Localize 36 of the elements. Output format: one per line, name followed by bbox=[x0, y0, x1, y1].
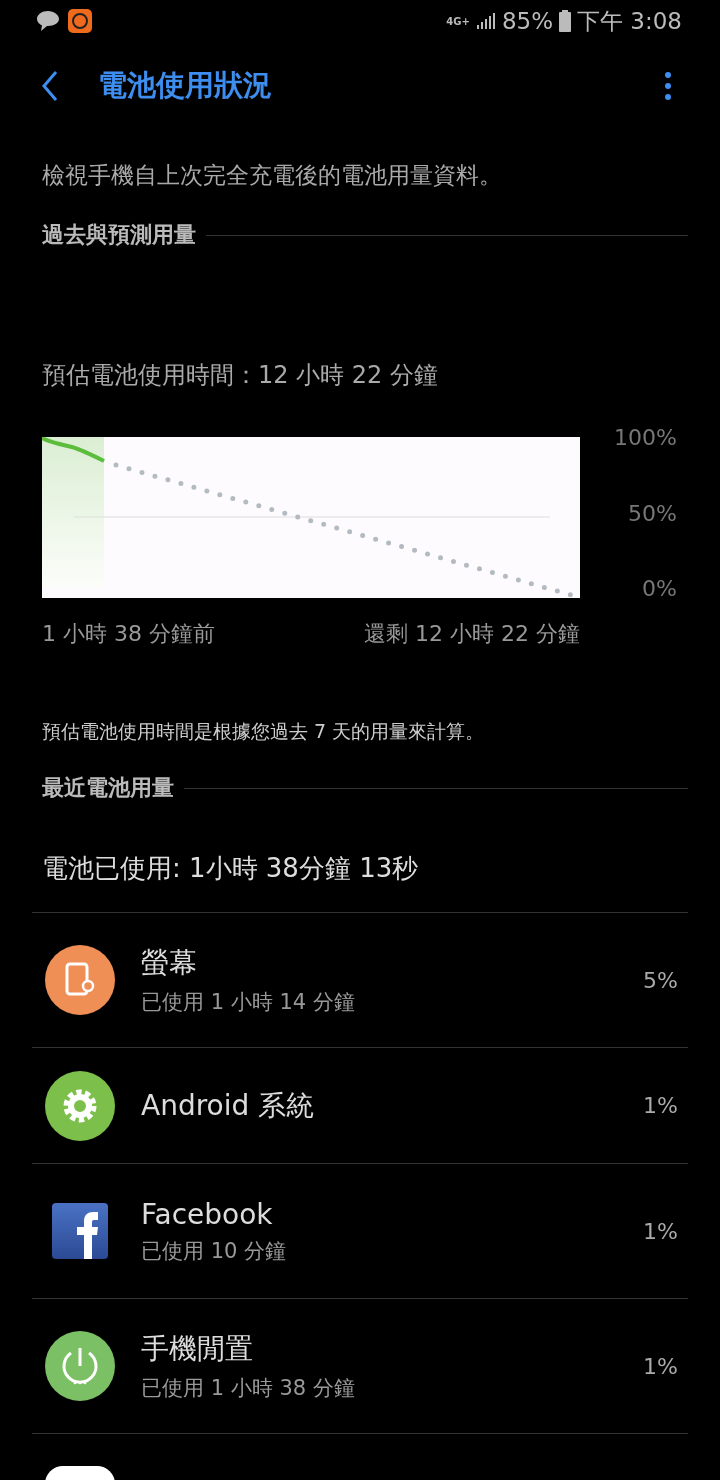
app-name: 手機閒置 bbox=[141, 1331, 254, 1367]
app-icon bbox=[68, 9, 92, 33]
estimate-text: 預估電池使用時間：12 小時 22 分鐘 bbox=[41, 360, 439, 391]
usage-percent: 1% bbox=[643, 1353, 679, 1379]
chat-icon bbox=[36, 10, 60, 32]
clock: 下午 3:08 bbox=[577, 6, 682, 36]
settings-icon bbox=[44, 1070, 115, 1141]
app-name: 螢幕 bbox=[141, 945, 198, 981]
usage-total: 電池已使用: 1小時 38分鐘 13秒 bbox=[32, 851, 688, 913]
network-type: 4G+ bbox=[446, 15, 470, 27]
section-header: 最近電池用量 bbox=[42, 774, 174, 802]
app-name: Facebook bbox=[141, 1197, 274, 1231]
axis-label: 還剩 12 小時 22 分鐘 bbox=[364, 620, 580, 648]
axis-label: 1 小時 38 分鐘前 bbox=[42, 620, 215, 648]
axis-label: 100% bbox=[614, 425, 677, 450]
phone-brightness-icon bbox=[44, 945, 115, 1015]
back-icon[interactable] bbox=[40, 69, 60, 103]
app-name: Android 系統 bbox=[141, 1087, 316, 1124]
facebook-icon bbox=[51, 1203, 108, 1259]
usage-time: 已使用 10 分鐘 bbox=[141, 1237, 288, 1265]
battery-icon bbox=[559, 10, 572, 32]
usage-percent: 5% bbox=[643, 967, 679, 993]
usage-percent: 1% bbox=[643, 1218, 679, 1244]
section-header: 過去與預測用量 bbox=[42, 221, 196, 249]
usage-percent: 1% bbox=[643, 1093, 679, 1118]
usage-time: 已使用 1 小時 14 分鐘 bbox=[141, 989, 356, 1016]
note-text: 預估電池使用時間是根據您過去 7 天的用量來計算。 bbox=[41, 719, 486, 744]
axis-label: 50% bbox=[628, 500, 677, 526]
power-icon bbox=[44, 1331, 115, 1401]
signal-icon bbox=[475, 12, 496, 30]
more-options-icon[interactable] bbox=[664, 71, 672, 101]
description: 檢視手機自上次完全充電後的電池用量資料。 bbox=[41, 161, 503, 190]
page-title: 電池使用狀況 bbox=[98, 67, 273, 104]
axis-label: 0% bbox=[642, 576, 677, 601]
usage-time: 已使用 1 小時 38 分鐘 bbox=[141, 1375, 356, 1402]
battery-percent: 85% bbox=[501, 8, 554, 34]
